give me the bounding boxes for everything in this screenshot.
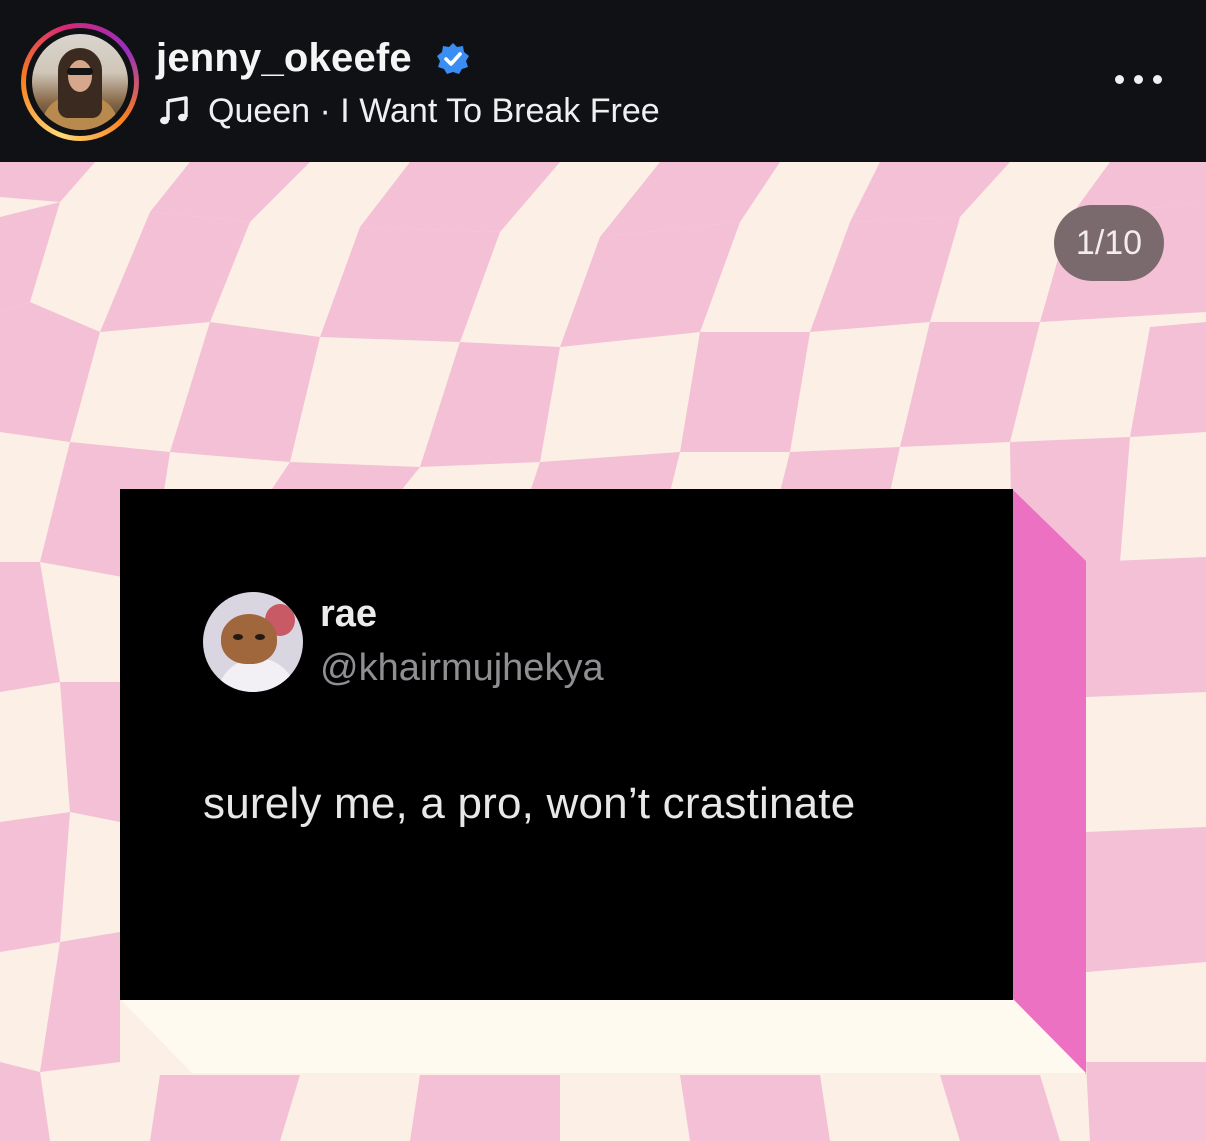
avatar-photo bbox=[32, 34, 128, 130]
post-image[interactable]: 1/10 rae @khairmujhekya surely me, a pro… bbox=[0, 162, 1206, 1141]
tweet-author-name: rae bbox=[320, 593, 378, 635]
music-note-icon bbox=[160, 96, 188, 125]
post-header: jenny_okeefe Queen · I Want To Break Fre… bbox=[0, 0, 1206, 162]
tweet-card: rae @khairmujhekya surely me, a pro, won… bbox=[120, 489, 1013, 1000]
block-side-face bbox=[1012, 489, 1086, 1074]
username[interactable]: jenny_okeefe bbox=[156, 36, 412, 81]
verified-badge-icon bbox=[437, 43, 469, 74]
more-options-icon[interactable] bbox=[1113, 71, 1165, 87]
tweet-author-handle: @khairmujhekya bbox=[320, 647, 604, 689]
block-bottom-face bbox=[120, 999, 1086, 1073]
slide-counter: 1/10 bbox=[1054, 205, 1164, 281]
tweet-text: surely me, a pro, won’t crastinate bbox=[203, 779, 856, 828]
tweet-avatar bbox=[203, 592, 303, 692]
song-title[interactable]: Queen · I Want To Break Free bbox=[208, 92, 660, 131]
profile-avatar[interactable] bbox=[21, 23, 139, 141]
